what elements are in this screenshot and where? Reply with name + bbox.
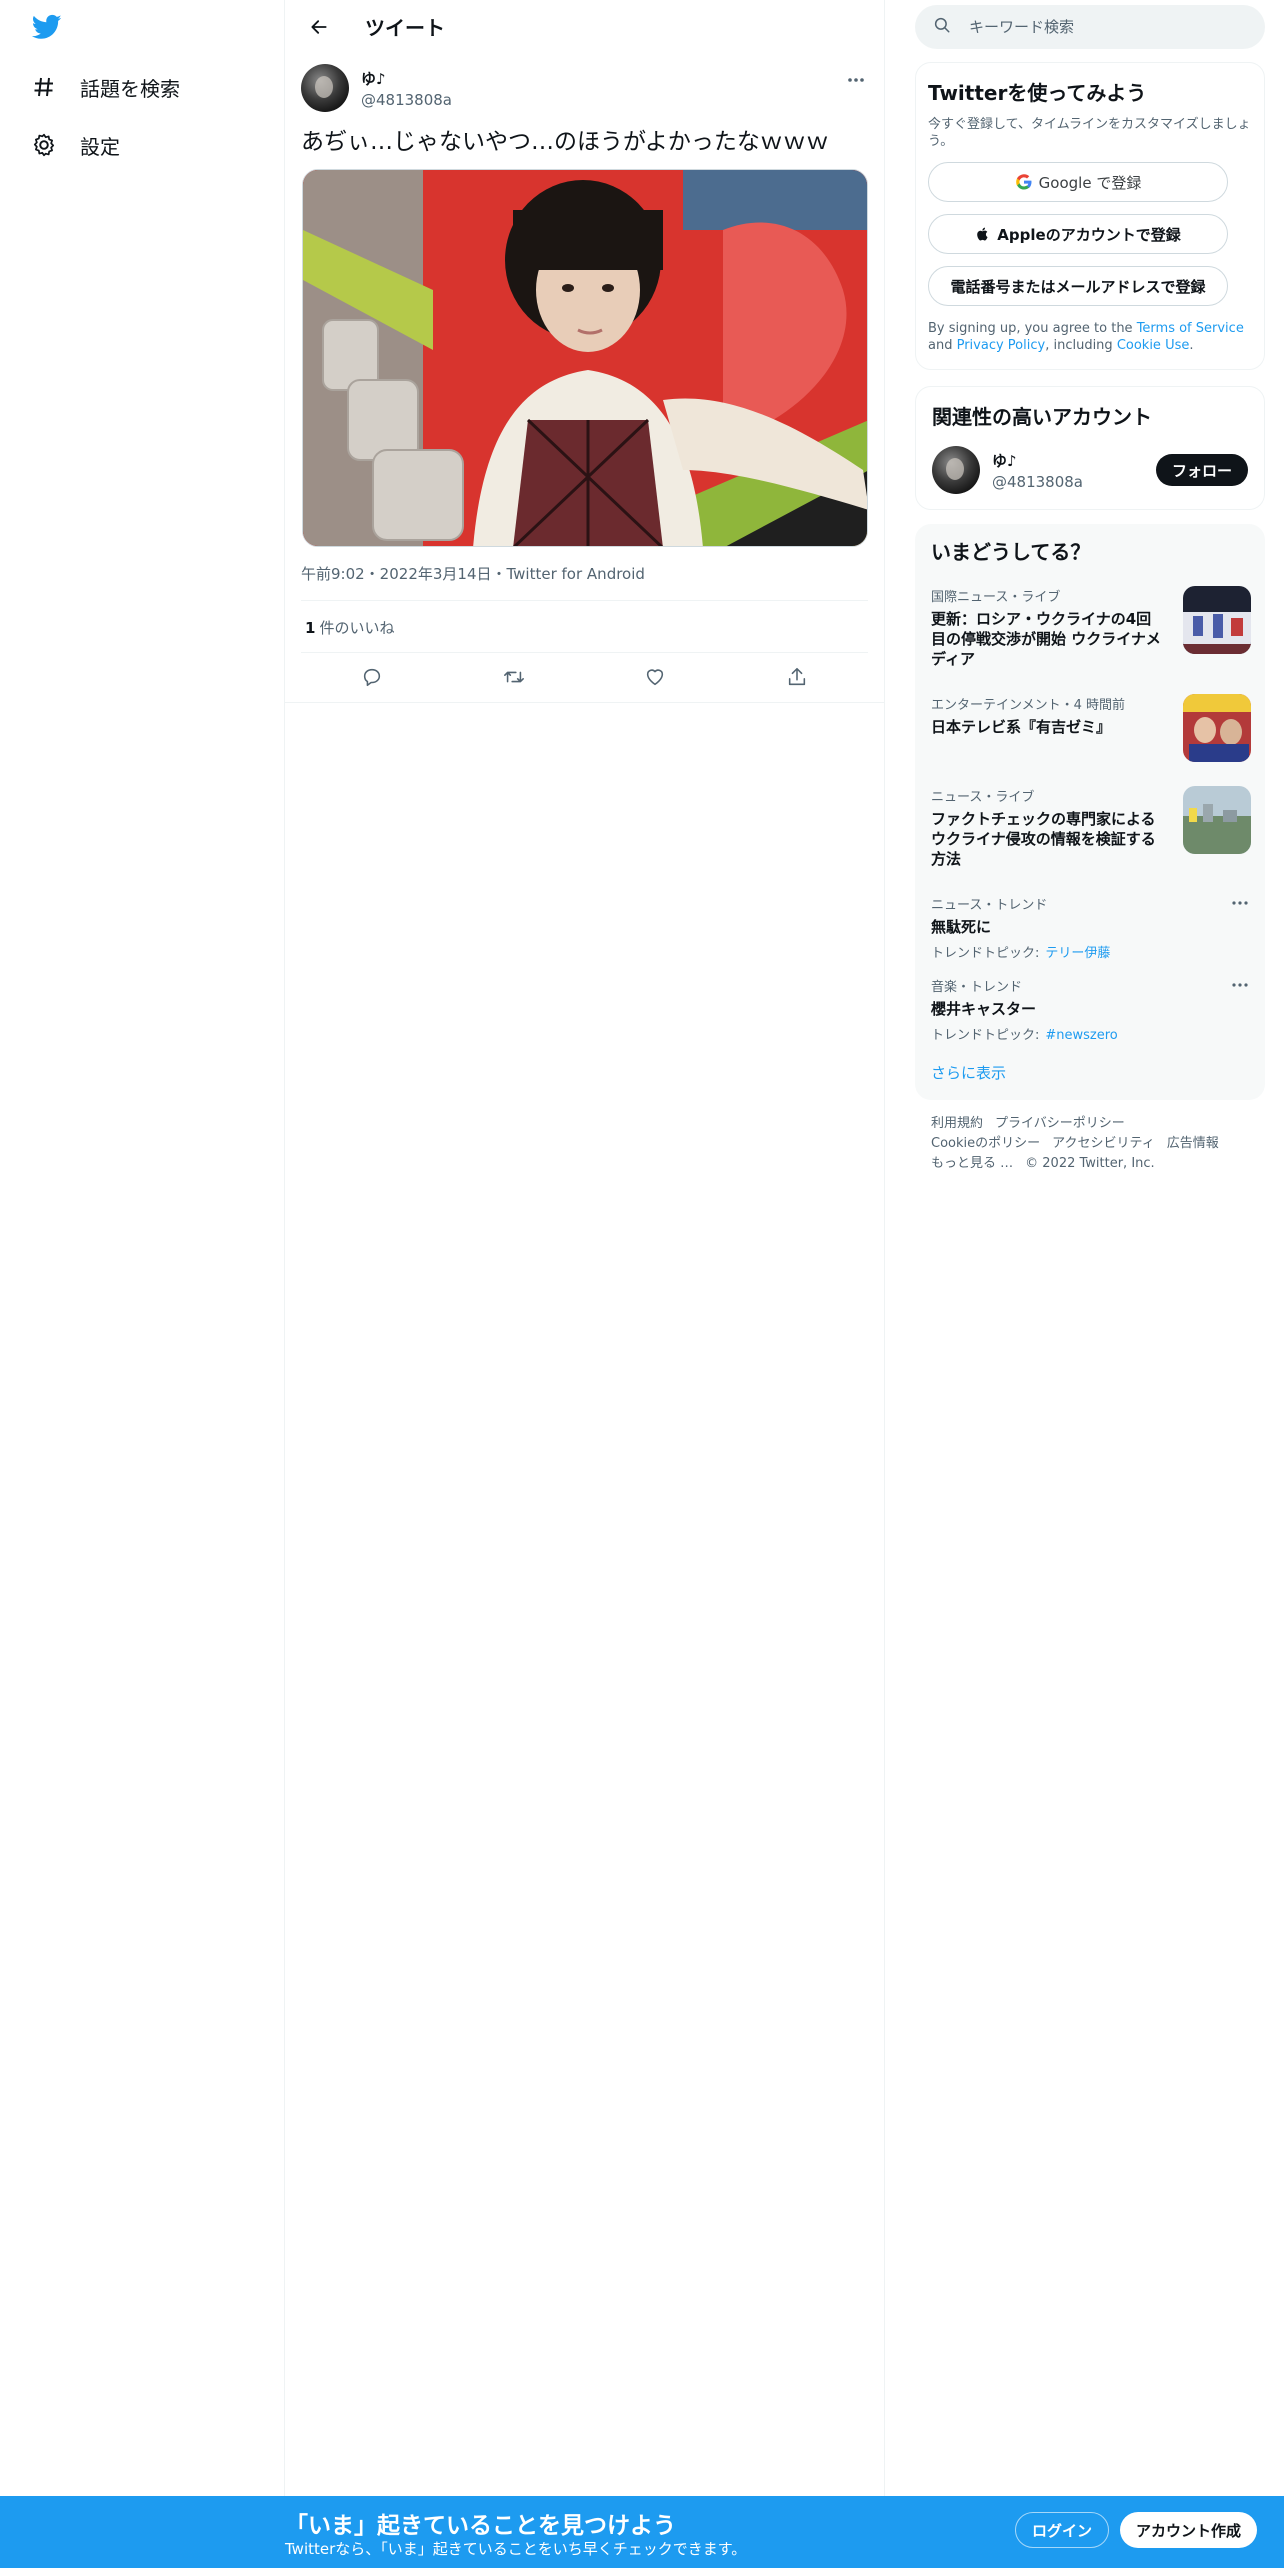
cookie-use-link[interactable]: Cookie Use [1117, 338, 1190, 353]
more-options-icon[interactable] [1229, 896, 1251, 910]
trend-topic: トレンドトピック: #newszero [931, 1024, 1251, 1043]
trend-title: ファクトチェックの専門家によるウクライナ侵攻の情報を検証する方法 [931, 810, 1156, 868]
likes-label: 件のいいね [319, 619, 395, 637]
login-button[interactable]: ログイン [1015, 2512, 1110, 2548]
hashtag-icon [30, 73, 58, 101]
apple-icon [975, 225, 991, 243]
tweet-column: ツイート ゆ♪ @4813808a あぢぃ…じゃないやつ…のほうがよかったなｗｗ… [285, 0, 885, 2500]
footer-link-accessibility[interactable]: アクセシビリティ [1052, 1134, 1155, 1154]
divider [301, 600, 868, 601]
more-options-icon[interactable] [844, 68, 868, 92]
trend-title: 日本テレビ系『有吉ゼミ』 [931, 718, 1112, 736]
share-icon[interactable] [779, 659, 815, 695]
signup-card: Twitterを使ってみよう 今すぐ登録して、タイムラインをカスタマイズしましょ… [915, 62, 1265, 370]
footer-link-cookie[interactable]: Cookieのポリシー [931, 1134, 1040, 1154]
bottom-bar-subtitle: Twitterなら、「いま」起きていることをいち早くチェックできます。 [285, 2540, 747, 2558]
footer-link-more[interactable]: もっと見る … [931, 1154, 1013, 1174]
phone-email-signup-button[interactable]: 電話番号またはメールアドレスで登録 [928, 266, 1228, 306]
footer-link-privacy[interactable]: プライバシーポリシー [995, 1114, 1125, 1134]
tweet-actions [301, 652, 868, 702]
likes-count[interactable]: 1 件のいいね [305, 617, 394, 638]
search-box[interactable] [915, 5, 1265, 49]
trend-title: 櫻井キャスター [931, 1000, 1037, 1018]
trend-item[interactable]: 国際ニュース・ライブ 更新：ロシア・ウクライナの4回目の停戦交渉が開始 ウクライ… [931, 586, 1251, 669]
twitter-logo-icon[interactable] [30, 12, 70, 46]
author-handle[interactable]: @4813808a [361, 91, 452, 109]
footer-copyright: © 2022 Twitter, Inc. [1025, 1156, 1155, 1171]
nav-item-settings[interactable]: 設定 [30, 120, 120, 170]
related-account-row[interactable]: ゆ♪ @4813808a フォロー [932, 446, 1248, 494]
trend-topic: トレンドトピック: テリー伊藤 [931, 942, 1251, 961]
trend-item[interactable]: エンターテインメント・4 時間前 日本テレビ系『有吉ゼミ』 [931, 694, 1251, 762]
terms-including: , including [1045, 338, 1117, 353]
signup-subtitle: 今すぐ登録して、タイムラインをカスタマイズしましょう。 [928, 117, 1251, 149]
footer-link-terms[interactable]: 利用規約 [931, 1114, 983, 1134]
avatar[interactable] [932, 446, 980, 494]
create-account-button[interactable]: アカウント作成 [1120, 2512, 1258, 2548]
trend-thumbnail [1183, 586, 1251, 654]
bottom-signup-bar: 「いま」起きていることを見つけよう Twitterなら、「いま」起きていることを… [0, 2496, 1284, 2568]
google-signup-button[interactable]: Google で登録 [928, 162, 1228, 202]
google-icon [1015, 173, 1033, 191]
divider [285, 702, 884, 703]
follow-button[interactable]: フォロー [1155, 454, 1248, 486]
retweet-icon[interactable] [496, 659, 532, 695]
nav-item-label: 設定 [80, 134, 120, 159]
related-title: 関連性の高いアカウント [932, 405, 1152, 429]
trend-category: ニュース・トレンド [931, 898, 1048, 913]
like-heart-icon[interactable] [637, 659, 673, 695]
tweet-author[interactable]: ゆ♪ @4813808a [301, 64, 452, 112]
terms-end: . [1189, 338, 1194, 353]
terms-of-service-link[interactable]: Terms of Service [1137, 321, 1244, 336]
trend-thumbnail [1183, 786, 1251, 854]
privacy-policy-link[interactable]: Privacy Policy [957, 338, 1046, 353]
footer-link-ads[interactable]: 広告情報 [1167, 1134, 1219, 1154]
trend-title: 無駄死に [931, 918, 992, 936]
trend-item[interactable]: ニュース・ライブ ファクトチェックの専門家によるウクライナ侵攻の情報を検証する方… [931, 786, 1251, 869]
likes-number: 1 [305, 619, 316, 637]
trend-thumbnail [1183, 694, 1251, 762]
trend-topic-link[interactable]: #newszero [1045, 1028, 1117, 1043]
more-options-icon[interactable] [1229, 978, 1251, 992]
phone-email-signup-label: 電話番号またはメールアドレスで登録 [950, 277, 1206, 296]
trend-category: 音楽・トレンド [931, 980, 1023, 995]
bottom-bar-title: 「いま」起きていることを見つけよう [285, 2513, 676, 2539]
signup-title: Twitterを使ってみよう [928, 81, 1147, 105]
related-account-name[interactable]: ゆ♪ [992, 450, 1083, 471]
trends-card: いまどうしてる？ 国際ニュース・ライブ 更新：ロシア・ウクライナの4回目の停戦交… [915, 524, 1265, 1100]
trend-topic-prefix: トレンドトピック: [931, 946, 1040, 961]
show-more-link[interactable]: さらに表示 [931, 1062, 1006, 1083]
terms-text: By signing up, you agree to the Terms of… [928, 320, 1252, 354]
column-header: ツイート [285, 0, 884, 53]
trends-title: いまどうしてる？ [931, 540, 1091, 564]
gear-icon [30, 131, 58, 159]
trend-item[interactable]: ニュース・トレンド 無駄死に トレンドトピック: テリー伊藤 [931, 894, 1251, 961]
apple-signup-button[interactable]: Appleのアカウントで登録 [928, 214, 1228, 254]
nav-item-label: 話題を検索 [80, 76, 180, 101]
search-icon [933, 16, 951, 38]
terms-and: and [928, 338, 957, 353]
tweet-timestamp[interactable]: 午前9:02・2022年3月14日・Twitter for Android [301, 563, 645, 584]
trend-topic-link[interactable]: テリー伊藤 [1045, 946, 1110, 961]
reply-icon[interactable] [354, 659, 390, 695]
tweet-text: あぢぃ…じゃないやつ…のほうがよかったなｗｗｗ [301, 129, 829, 155]
search-input[interactable] [969, 18, 1229, 36]
tweet-photo[interactable] [302, 169, 868, 547]
related-accounts-card: 関連性の高いアカウント ゆ♪ @4813808a フォロー [915, 386, 1265, 510]
trend-title: 更新：ロシア・ウクライナの4回目の停戦交渉が開始 ウクライナメディア [931, 610, 1161, 668]
terms-prefix: By signing up, you agree to the [928, 321, 1137, 336]
apple-signup-label: Appleのアカウントで登録 [997, 225, 1181, 244]
left-navigation: 話題を検索 設定 [0, 0, 285, 2568]
google-signup-label: Google で登録 [1038, 173, 1142, 192]
nav-item-explore[interactable]: 話題を検索 [30, 62, 180, 112]
related-account-handle[interactable]: @4813808a [992, 473, 1083, 491]
author-name[interactable]: ゆ♪ [361, 68, 452, 89]
trend-item[interactable]: 音楽・トレンド 櫻井キャスター トレンドトピック: #newszero [931, 976, 1251, 1043]
back-arrow-icon[interactable] [301, 9, 337, 45]
footer-links: 利用規約 プライバシーポリシー Cookieのポリシー アクセシビリティ 広告情報 も… [931, 1114, 1251, 1174]
avatar[interactable] [301, 64, 349, 112]
page-title: ツイート [365, 16, 445, 40]
trend-topic-prefix: トレンドトピック: [931, 1028, 1040, 1043]
